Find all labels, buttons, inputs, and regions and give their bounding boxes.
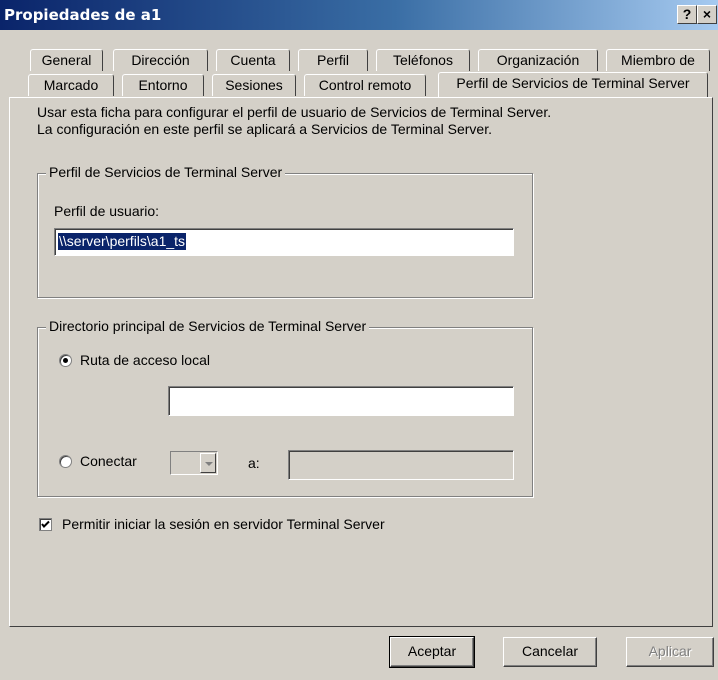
chevron-down-icon	[205, 462, 213, 466]
connect-label: Conectar	[80, 453, 137, 469]
tab-general[interactable]: General	[30, 49, 103, 71]
to-label: a:	[248, 455, 260, 471]
tab-perfil-terminal-server[interactable]: Perfil de Servicios de Terminal Server	[438, 72, 708, 97]
tab-direccion[interactable]: Dirección	[113, 49, 208, 71]
drive-combo[interactable]	[170, 451, 218, 475]
tab-control-remoto[interactable]: Control remoto	[304, 74, 426, 96]
tab-cuenta[interactable]: Cuenta	[216, 49, 290, 71]
connect-radio[interactable]	[59, 455, 72, 468]
user-profile-value: \\server\perfils\a1_ts	[58, 233, 187, 250]
tab-marcado[interactable]: Marcado	[28, 74, 114, 96]
close-button[interactable]: ×	[697, 5, 717, 24]
help-button[interactable]: ?	[677, 5, 697, 24]
ok-button[interactable]: Aceptar	[389, 636, 475, 668]
drive-combo-button[interactable]	[200, 453, 216, 473]
intro-text: Usar esta ficha para configurar el perfi…	[37, 104, 552, 137]
local-path-label: Ruta de acceso local	[80, 352, 210, 368]
local-path-radio[interactable]	[59, 354, 72, 367]
tab-sesiones[interactable]: Sesiones	[212, 74, 296, 96]
user-profile-label: Perfil de usuario:	[54, 203, 160, 219]
radio-selected-dot	[63, 358, 68, 363]
home-directory-legend: Directorio principal de Servicios de Ter…	[46, 318, 370, 334]
allow-logon-checkbox[interactable]	[39, 518, 52, 531]
window-title: Propiedades de a1	[4, 6, 162, 24]
tab-miembro-de[interactable]: Miembro de	[606, 49, 710, 71]
profile-group-legend: Perfil de Servicios de Terminal Server	[46, 164, 286, 180]
to-path-input[interactable]	[288, 450, 514, 480]
tab-organizacion[interactable]: Organización	[478, 49, 598, 71]
allow-logon-label: Permitir iniciar la sesión en servidor T…	[62, 516, 385, 532]
user-profile-input[interactable]: \\server\perfils\a1_ts	[54, 228, 514, 256]
title-bar: Propiedades de a1 ? ×	[0, 0, 718, 30]
tab-perfil[interactable]: Perfil	[298, 49, 368, 71]
apply-button[interactable]: Aplicar	[626, 637, 714, 667]
checkmark-icon	[41, 520, 50, 528]
local-path-input[interactable]	[168, 386, 514, 416]
tab-telefonos[interactable]: Teléfonos	[376, 49, 470, 71]
tab-entorno[interactable]: Entorno	[122, 74, 204, 96]
cancel-button[interactable]: Cancelar	[503, 637, 597, 667]
